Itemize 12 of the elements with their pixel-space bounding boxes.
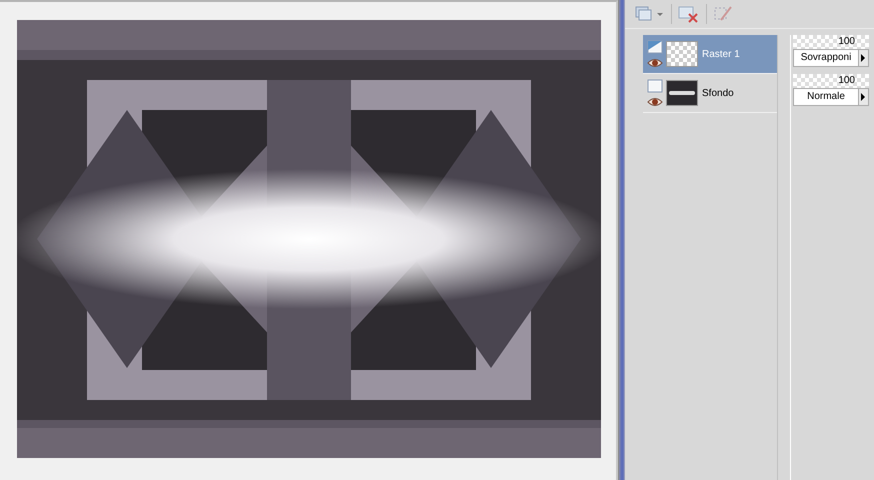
transparency-thumbnail [666, 41, 698, 67]
layer-name: Raster 1 [702, 48, 740, 60]
layer-name: Sfondo [702, 88, 734, 98]
delete-layer-icon[interactable] [678, 5, 700, 23]
opacity-slider[interactable]: 100 [793, 35, 869, 49]
layer-row[interactable]: Sfondo [643, 74, 777, 113]
layer-icon [647, 79, 663, 93]
opacity-slider[interactable]: 100 [793, 74, 869, 88]
eye-icon[interactable] [647, 58, 663, 68]
layer-thumbnail [666, 80, 698, 106]
layer-icon [647, 40, 663, 54]
eye-icon[interactable] [647, 97, 663, 107]
